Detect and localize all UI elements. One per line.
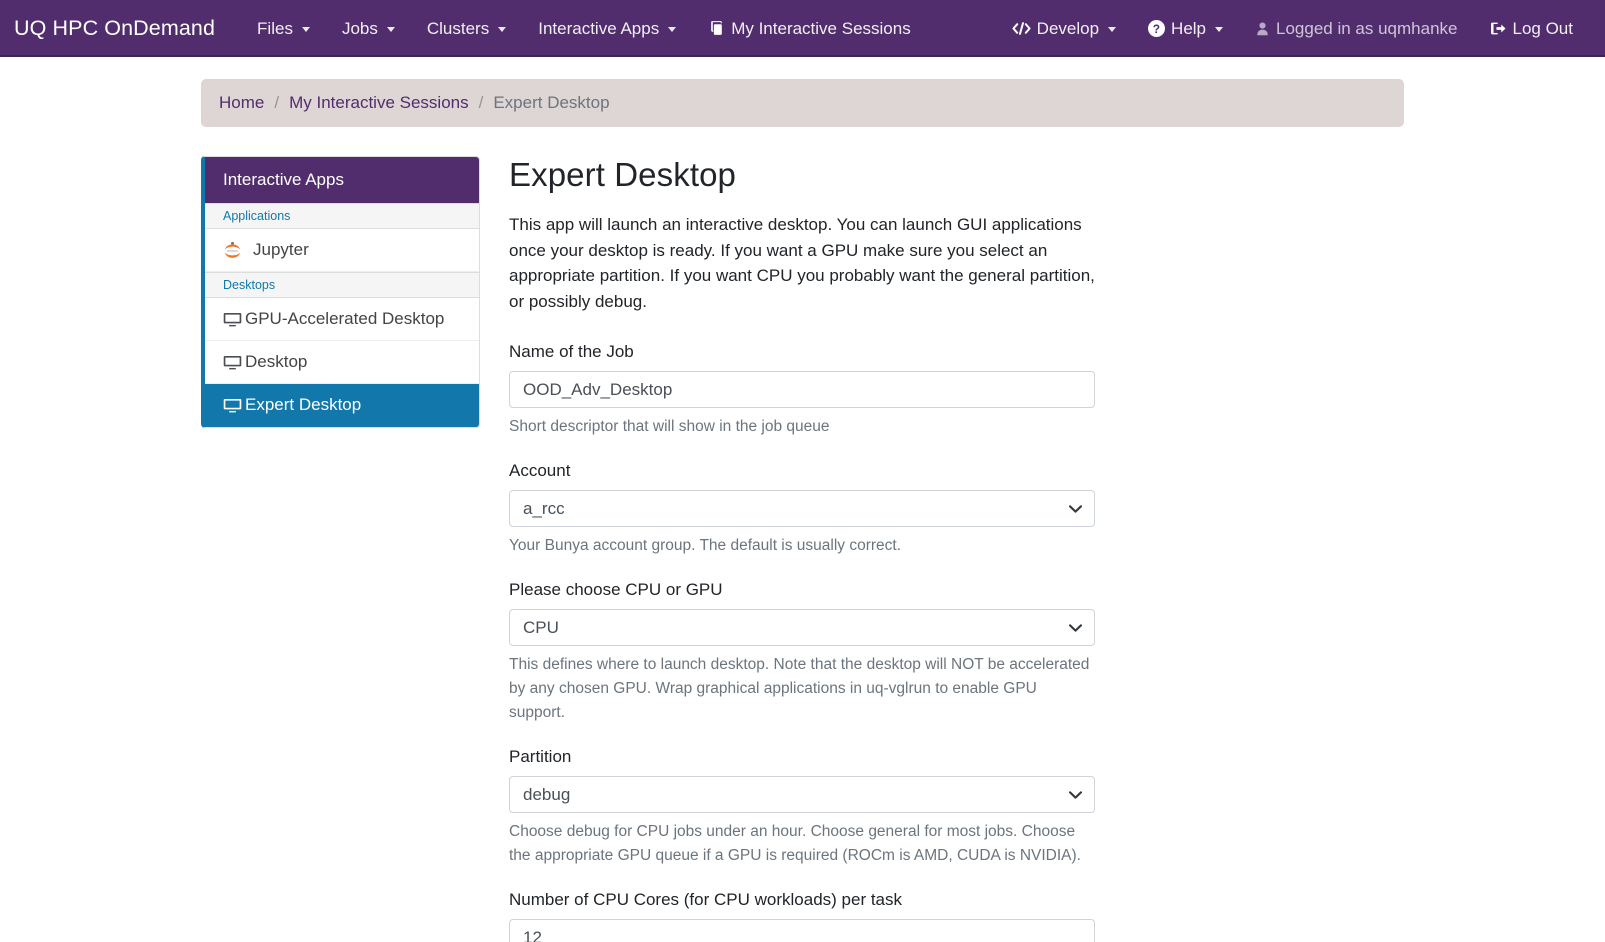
brand-logo[interactable]: UQ HPC OnDemand [14,16,215,41]
sidebar-item-gpu-accelerated-desktop[interactable]: GPU-Accelerated Desktop [205,298,479,341]
breadcrumb-separator: / [478,93,484,112]
nav-item-my-interactive-sessions[interactable]: My Interactive Sessions [692,11,927,47]
sidebar-heading: Interactive Apps [205,157,479,203]
partition-select[interactable]: debuggeneralgpu_cudagpu_rocm [509,776,1095,814]
field-group-cpu-or-gpu: Please choose CPU or GPU CPUGPU This def… [509,580,1095,725]
help-cpu-or-gpu: This defines where to launch desktop. No… [509,656,1090,722]
nav-label-jobs: Jobs [341,18,378,38]
help-partition: Choose debug for CPU jobs under an hour.… [509,823,1081,865]
nav-label-files: Files [257,18,293,38]
account-select-wrap: a_rcc [509,490,1095,528]
code-brackets-icon [1012,20,1031,37]
chevron-down-icon [386,27,395,32]
nav-label-my-interactive-sessions: My Interactive Sessions [731,18,911,38]
top-navbar: UQ HPC OnDemand Files Jobs Clusters Inte… [0,0,1605,57]
label-cpu-or-gpu: Please choose CPU or GPU [509,580,723,600]
nav-item-files[interactable]: Files [241,11,326,47]
chevron-down-icon [1108,27,1117,32]
sidebar-item-jupyter[interactable]: Jupyter [205,229,479,272]
app-description: This app will launch an interactive desk… [509,215,1095,311]
secondary-nav: Develop ? Help Logged in as uqmhanke Log… [996,11,1589,47]
label-cpu-cores: Number of CPU Cores (for CPU workloads) … [509,890,903,910]
breadcrumb-item-expert-desktop: Expert Desktop [493,93,610,112]
label-job-name: Name of the Job [509,342,634,361]
question-circle-icon: ? [1148,20,1166,37]
breadcrumb-item-home[interactable]: Home [219,93,264,113]
nav-label-interactive-apps: Interactive Apps [538,18,660,38]
primary-nav: Files Jobs Clusters Interactive Apps My … [241,11,927,47]
nav-label-log-out: Log Out [1512,18,1574,38]
sidebar-item-desktop[interactable]: Desktop [205,341,479,384]
breadcrumb: Home / My Interactive Sessions / Expert … [201,79,1404,127]
svg-text:?: ? [1153,23,1160,36]
breadcrumb-separator: / [274,93,280,112]
nav-item-interactive-apps[interactable]: Interactive Apps [522,11,692,47]
content-row: Interactive Apps Applications Jupyter De… [201,156,1404,942]
windows-stack-icon [708,20,725,37]
sidebar-item-label: Desktop [245,352,308,371]
nav-item-jobs[interactable]: Jobs [326,11,411,47]
field-group-job-name: Name of the Job Short descriptor that wi… [509,342,1095,439]
nav-label-develop: Develop [1036,18,1100,38]
partition-select-wrap: debuggeneralgpu_cudagpu_rocm [509,776,1095,814]
desktop-icon [223,396,242,415]
cpu-cores-input[interactable] [509,919,1095,942]
sidebar-item-label: GPU-Accelerated Desktop [245,309,445,328]
sidebar-item-expert-desktop[interactable]: Expert Desktop [205,384,479,427]
nav-label-help: Help [1171,18,1207,38]
nav-item-help[interactable]: ? Help [1132,11,1239,47]
nav-item-logged-in-user: Logged in as uqmhanke [1239,11,1473,47]
help-account: Your Bunya account group. The default is… [509,537,902,555]
help-job-name: Short descriptor that will show in the j… [509,418,830,435]
chevron-down-icon [1215,27,1224,32]
nav-label-logged-in-user: Logged in as uqmhanke [1276,18,1458,38]
jupyter-icon [223,241,242,260]
user-icon [1255,21,1270,37]
field-group-cpu-cores: Number of CPU Cores (for CPU workloads) … [509,890,1095,942]
breadcrumb-item-my-interactive-sessions[interactable]: My Interactive Sessions [289,93,469,113]
label-account: Account [509,461,571,481]
main-column: Expert Desktop This app will launch an i… [480,156,1404,942]
sidebar-item-label: Jupyter [253,240,309,259]
nav-item-log-out[interactable]: Log Out [1474,11,1590,47]
cpu-or-gpu-select[interactable]: CPUGPU [509,609,1095,647]
sidebar-column: Interactive Apps Applications Jupyter De… [201,156,480,428]
field-group-partition: Partition debuggeneralgpu_cudagpu_rocm C… [509,747,1095,868]
nav-item-develop[interactable]: Develop [996,11,1132,47]
logout-icon [1490,20,1507,37]
interactive-apps-panel: Interactive Apps Applications Jupyter De… [201,156,480,428]
desktop-icon [223,310,242,329]
label-partition: Partition [509,747,572,767]
nav-label-clusters: Clusters [426,18,490,38]
field-group-account: Account a_rcc Your Bunya account group. … [509,461,1095,558]
sidebar-group-header-applications: Applications [205,203,479,229]
page-title: Expert Desktop [509,156,737,193]
nav-item-clusters[interactable]: Clusters [411,11,522,47]
chevron-down-icon [301,27,310,32]
sidebar-group-header-desktops: Desktops [205,272,479,298]
page-container: Home / My Interactive Sessions / Expert … [201,57,1404,942]
sidebar-list: Applications Jupyter Desktops GPU-Accele… [205,203,479,427]
chevron-down-icon [498,27,507,32]
sidebar-item-label: Expert Desktop [245,395,362,414]
job-name-input[interactable] [509,371,1095,408]
chevron-down-icon [668,27,677,32]
cpu-or-gpu-select-wrap: CPUGPU [509,609,1095,647]
desktop-icon [223,353,242,372]
account-select[interactable]: a_rcc [509,490,1095,528]
